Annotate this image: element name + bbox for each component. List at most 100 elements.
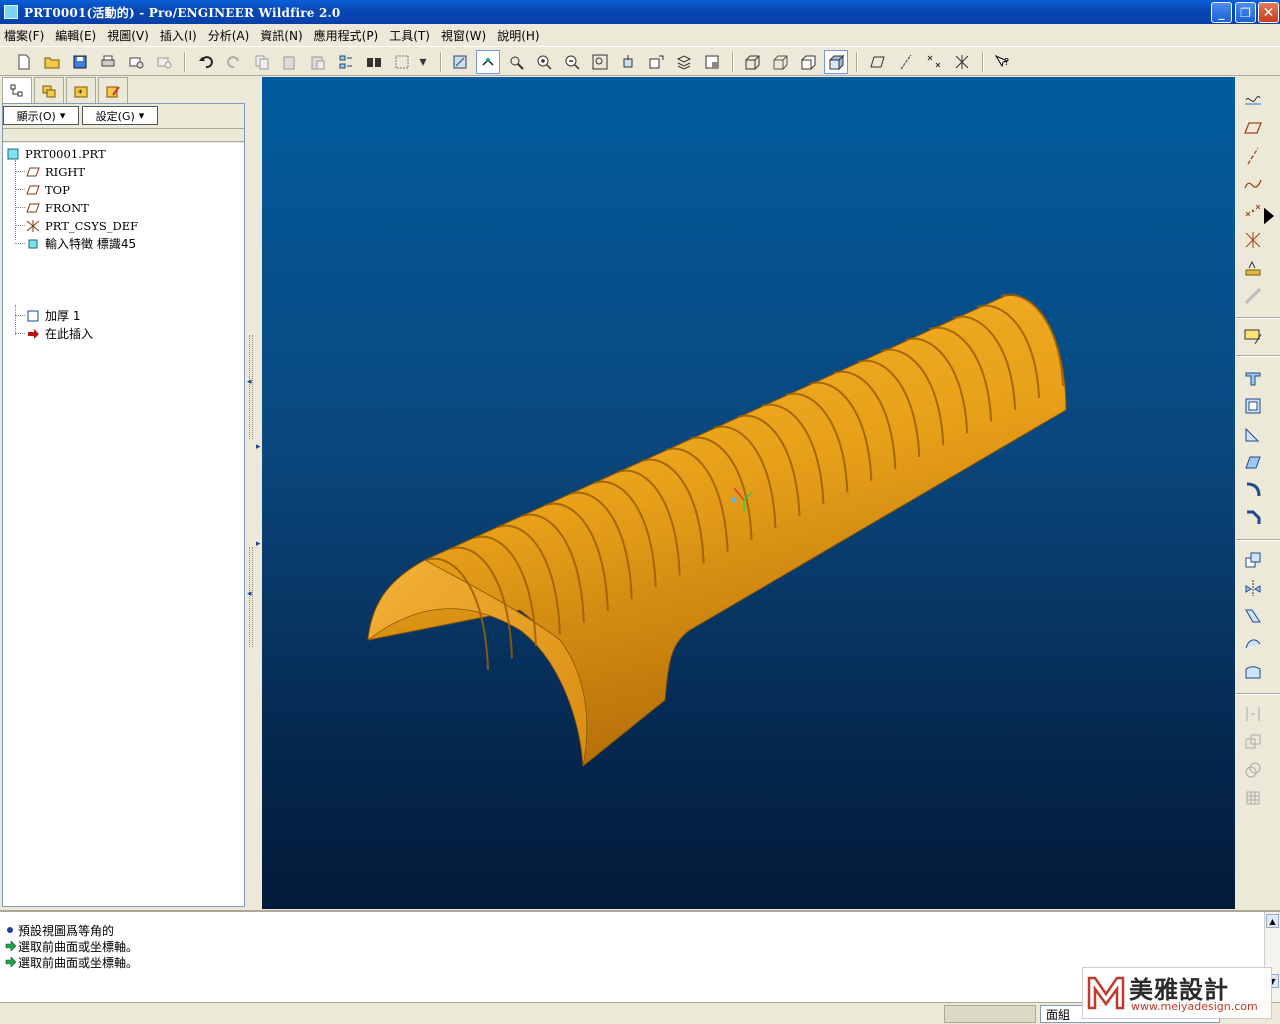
dropdown-icon[interactable]: ▾ [416,50,430,74]
wireframe-icon[interactable] [740,50,764,74]
regenerate-icon[interactable] [334,50,358,74]
datum-points-icon[interactable] [922,50,946,74]
tree-item-right[interactable]: RIGHT [25,163,85,180]
coordinate-system-icon[interactable] [1240,227,1266,253]
menu-edit[interactable]: 編輯(E) [55,27,96,44]
merge-icon[interactable] [1240,631,1266,657]
shell-icon[interactable] [1240,393,1266,419]
datum-plane-icon[interactable] [1240,115,1266,141]
collapse-arrow-icon[interactable]: ◂ [247,377,252,387]
paste-icon[interactable] [278,50,302,74]
flyout-arrow-icon[interactable] [1264,203,1274,229]
chamfer-icon[interactable] [1240,505,1266,531]
zoom-out-icon[interactable] [560,50,584,74]
shading-icon[interactable] [824,50,848,74]
show-dropdown[interactable]: 顯示(O) ▾ [3,106,79,125]
menu-file[interactable]: 檔案(F) [4,27,44,44]
favorites-tab[interactable]: * [66,77,96,103]
close-button[interactable]: ✕ [1258,2,1279,23]
menu-tools[interactable]: 工具(T) [389,27,430,44]
copy-icon[interactable] [250,50,274,74]
hole-icon[interactable] [1240,365,1266,391]
pattern-icon[interactable] [1240,785,1266,811]
menu-help[interactable]: 說明(H) [497,27,539,44]
print-icon[interactable] [96,50,120,74]
graphics-viewport[interactable] [262,77,1235,909]
panel-splitter[interactable]: ◂ ▸ ▸ ◂ [246,77,262,909]
maximize-button[interactable]: ❐ [1235,2,1256,23]
select-box-icon[interactable] [390,50,414,74]
tree-item-top[interactable]: TOP [25,181,70,198]
datum-planes-icon[interactable] [866,50,890,74]
copy-feature-icon[interactable] [1240,547,1266,573]
refit-icon[interactable] [588,50,612,74]
thicken-tool-icon[interactable] [1240,757,1266,783]
tree-item-insert-here[interactable]: 在此插入 [25,325,93,342]
info-bullet-icon [4,926,16,934]
repaint-icon[interactable] [448,50,472,74]
navigator-controls: 顯示(O) ▾ 設定(G) ▾ [3,106,243,126]
tree-item-csys[interactable]: PRT_CSYS_DEF [25,217,138,234]
scroll-up-icon[interactable]: ▲ [1266,914,1279,928]
extend-icon[interactable] [1240,701,1266,727]
zoom-in-icon[interactable] [532,50,556,74]
layers-icon[interactable] [672,50,696,74]
open-icon[interactable] [40,50,64,74]
connections-tab[interactable] [98,77,128,103]
sketch-icon[interactable] [1240,323,1266,349]
settings-dropdown[interactable]: 設定(G) ▾ [82,106,158,125]
paste-special-icon[interactable] [306,50,330,74]
save-icon[interactable] [68,50,92,74]
redo-icon[interactable] [222,50,246,74]
tree-item-thicken[interactable]: 加厚 1 [25,307,80,324]
saved-views-icon[interactable] [644,50,668,74]
rib-icon[interactable] [1240,421,1266,447]
chevron-down-icon: ▾ [138,109,145,122]
view-manager-icon[interactable] [700,50,724,74]
folder-browser-tab[interactable] [34,77,64,103]
datum-point-icon[interactable] [1240,199,1266,225]
menu-applications[interactable]: 應用程式(P) [314,27,379,44]
reorient-icon[interactable] [616,50,640,74]
tree-item-import-feature[interactable]: 輸入特徵 標識45 [25,235,136,252]
menu-analysis[interactable]: 分析(A) [208,27,250,44]
spin-center-icon[interactable] [476,50,500,74]
datum-axes-icon[interactable] [894,50,918,74]
expand-arrow-icon[interactable]: ▸ [256,539,261,549]
new-icon[interactable] [12,50,36,74]
menu-view[interactable]: 視圖(V) [107,27,149,44]
offset-icon[interactable] [1240,729,1266,755]
datum-display-icon[interactable] [1240,85,1266,111]
mail-attach-icon[interactable] [152,50,176,74]
analysis-feature-icon[interactable] [1240,255,1266,281]
move-icon[interactable] [1240,603,1266,629]
coordinate-systems-icon[interactable] [950,50,974,74]
round-icon[interactable] [1240,477,1266,503]
message-text: 選取前曲面或坐標軸。 [18,939,139,954]
menu-insert[interactable]: 插入(I) [160,27,197,44]
find-icon[interactable] [362,50,386,74]
hidden-line-icon[interactable] [768,50,792,74]
mail-icon[interactable] [124,50,148,74]
prompt-arrow-icon [4,957,16,967]
collapse-arrow-icon[interactable]: ◂ [247,589,252,599]
tree-item-front[interactable]: FRONT [25,199,89,216]
model-tree-tab[interactable] [2,77,32,104]
datum-axis-icon[interactable] [1240,143,1266,169]
expand-arrow-icon[interactable]: ▸ [256,442,261,452]
corrugated-surface-model[interactable] [262,77,1235,909]
minimize-button[interactable]: _ [1211,2,1232,23]
context-help-icon[interactable]: ? [990,50,1014,74]
undo-icon[interactable] [194,50,218,74]
draft-icon[interactable] [1240,449,1266,475]
datum-curve-icon[interactable] [1240,171,1266,197]
no-hidden-icon[interactable] [796,50,820,74]
mirror-icon[interactable] [1240,575,1266,601]
orient-mode-icon[interactable] [504,50,528,74]
disabled-tool-icon[interactable] [1240,283,1266,309]
trim-icon[interactable] [1240,659,1266,685]
menu-info[interactable]: 資訊(N) [260,27,302,44]
tree-root[interactable]: PRT0001.PRT [5,145,106,162]
menu-window[interactable]: 視窗(W) [441,27,486,44]
model-tree: PRT0001.PRT RIGHT TOP FRONT PRT_CSYS_DEF… [3,143,244,906]
